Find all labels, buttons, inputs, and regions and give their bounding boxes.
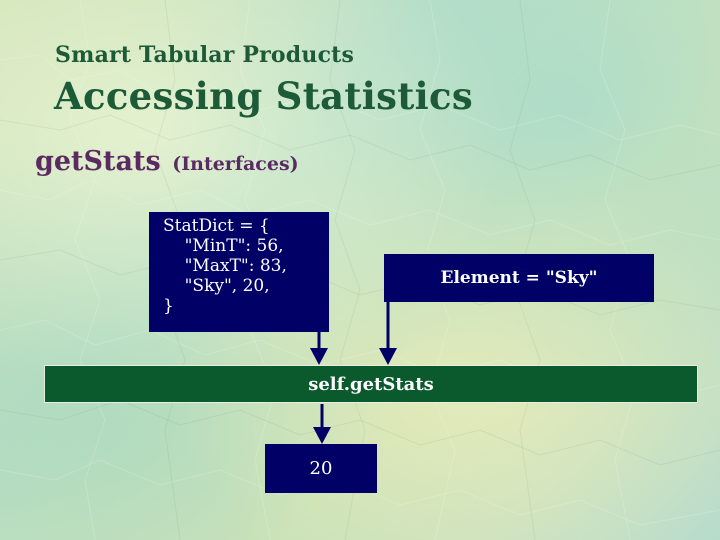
arrow-element-to-method bbox=[379, 302, 397, 365]
flow-arrows bbox=[310, 302, 397, 444]
arrow-statdict-to-method bbox=[310, 332, 328, 365]
arrow-method-to-result bbox=[313, 404, 331, 444]
